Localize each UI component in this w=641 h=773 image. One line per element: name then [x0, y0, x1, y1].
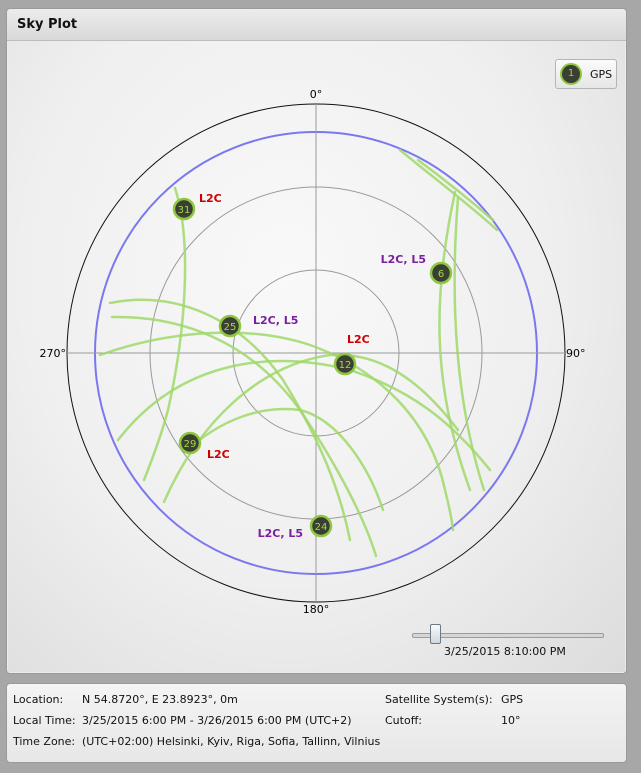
satellite-signals: L2C — [347, 333, 370, 346]
compass-east: 90° — [566, 347, 586, 360]
satellite-prn: 24 — [315, 522, 328, 533]
time-zone-value: (UTC+02:00) Helsinki, Kyiv, Riga, Sofia,… — [82, 735, 381, 748]
satellite-prn: 25 — [224, 322, 237, 333]
satellite-24[interactable]: 24 L2C, L5 — [258, 514, 333, 540]
satellite-systems-value: GPS — [501, 693, 524, 706]
satellite-prn: 31 — [178, 205, 191, 216]
satellite-signals: L2C — [199, 192, 222, 205]
time-slider[interactable] — [412, 624, 604, 644]
time-zone-label: Time Zone: — [13, 735, 76, 748]
track-ne-2 — [416, 158, 495, 222]
track-ne-1 — [398, 148, 499, 232]
time-slider-thumb[interactable] — [430, 624, 441, 644]
track-31 — [142, 186, 187, 482]
compass-north: 0° — [310, 88, 323, 101]
compass-south: 180° — [303, 603, 330, 616]
satellite-prn: 12 — [339, 360, 352, 371]
cutoff-label: Cutoff: — [385, 714, 422, 727]
satellite-signals: L2C, L5 — [258, 527, 303, 540]
info-panel: Location: N 54.8720°, E 23.8923°, 0m Loc… — [6, 683, 627, 763]
local-time-value: 3/25/2015 6:00 PM - 3/26/2015 6:00 PM (U… — [82, 714, 352, 727]
satellite-25[interactable]: 25 L2C, L5 — [218, 314, 298, 338]
satellite-31[interactable]: 31 L2C — [172, 192, 222, 221]
current-time-label: 3/25/2015 8:10:00 PM — [444, 645, 566, 658]
location-value: N 54.8720°, E 23.8923°, 0m — [82, 693, 238, 706]
satellite-6[interactable]: 6 L2C, L5 — [381, 253, 453, 285]
satellite-signals: L2C, L5 — [381, 253, 426, 266]
location-label: Location: — [13, 693, 64, 706]
satellite-signals: L2C — [207, 448, 230, 461]
cutoff-value: 10° — [501, 714, 521, 727]
local-time-label: Local Time: — [13, 714, 76, 727]
satellite-systems-label: Satellite System(s): — [385, 693, 493, 706]
satellite-prn: 29 — [184, 439, 197, 450]
satellite-signals: L2C, L5 — [253, 314, 298, 327]
compass-west: 270° — [40, 347, 67, 360]
satellite-prn: 6 — [438, 269, 444, 280]
